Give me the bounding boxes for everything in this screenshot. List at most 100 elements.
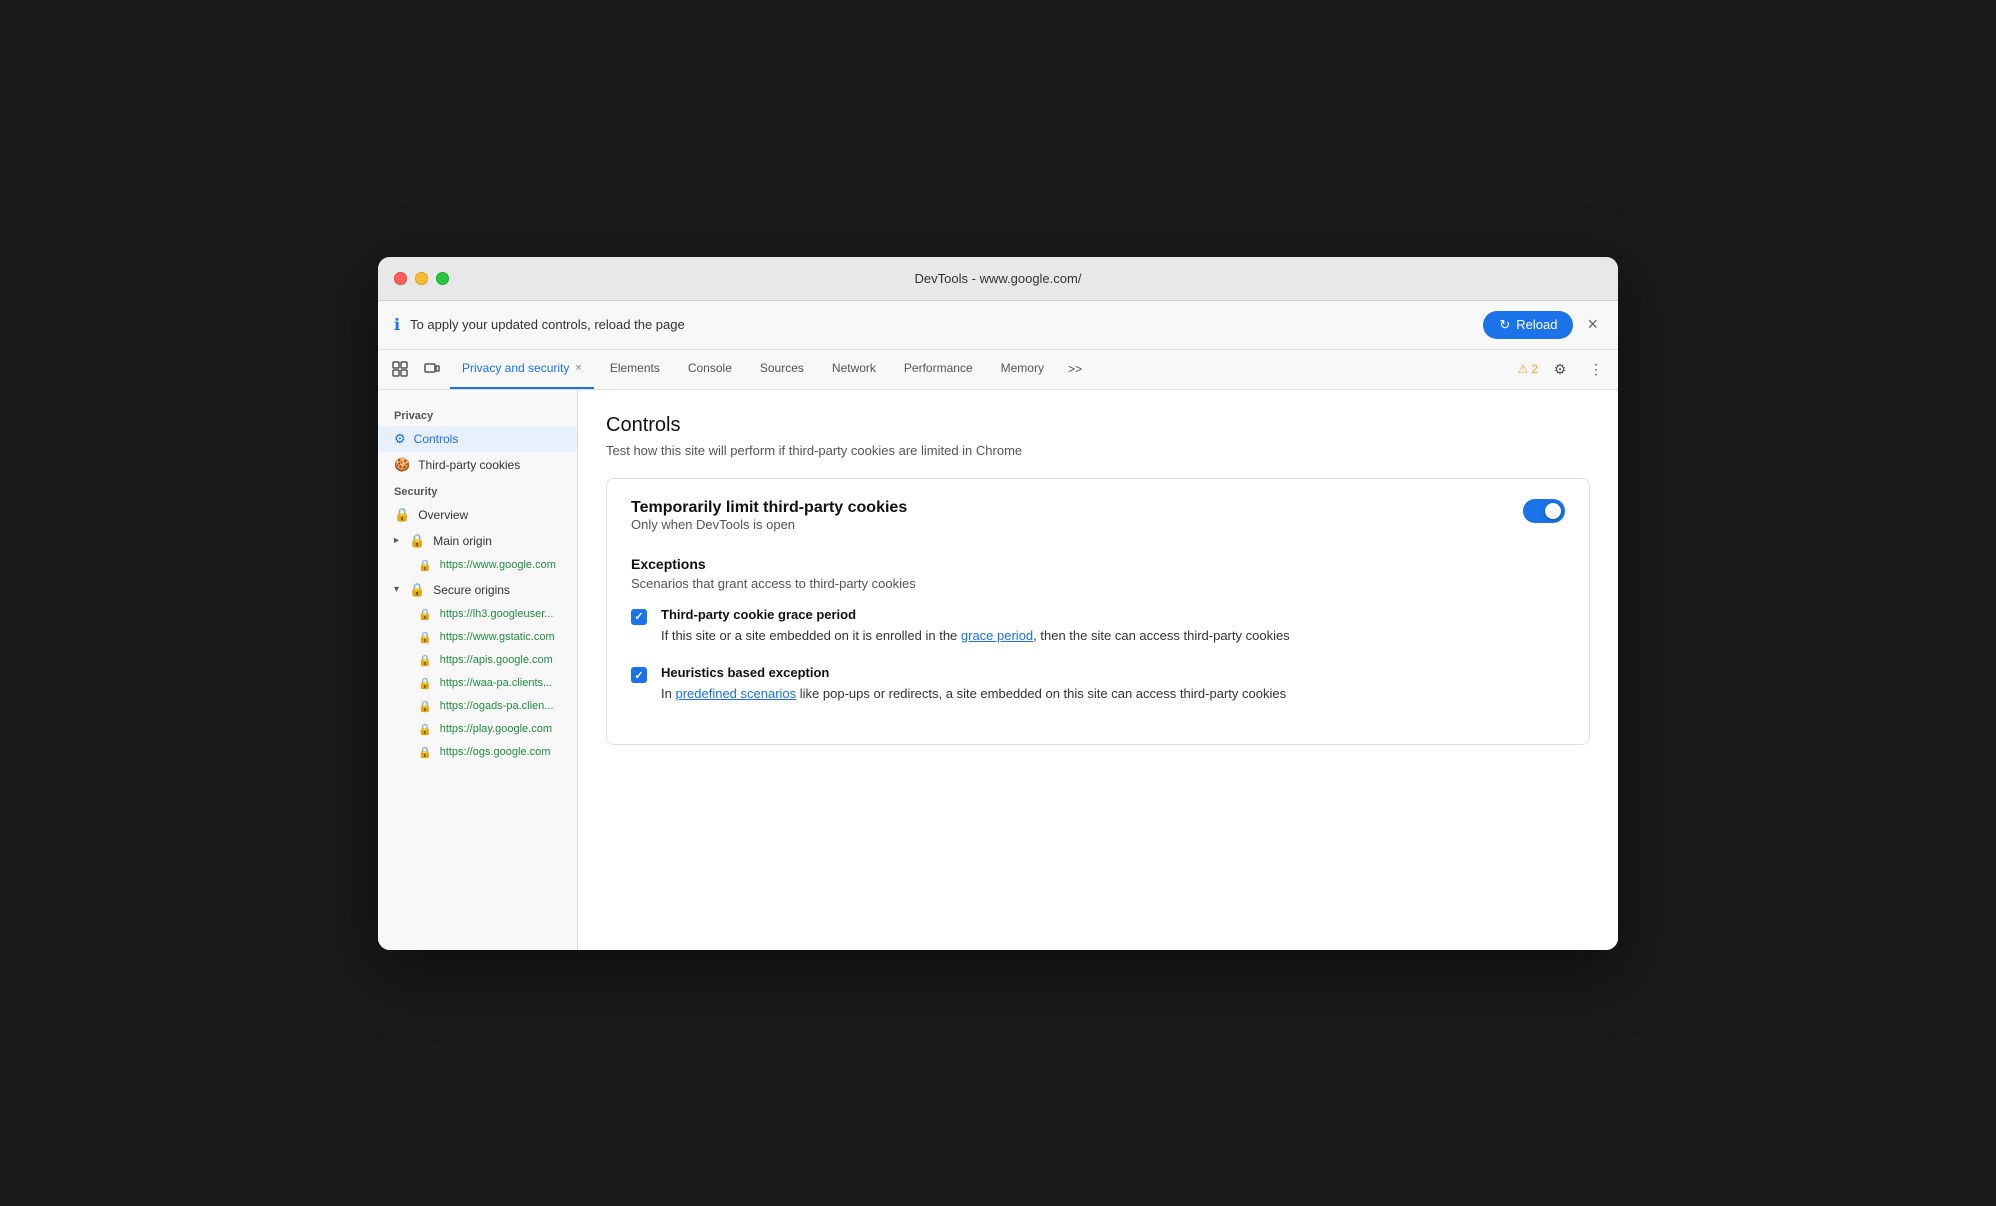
close-button[interactable] (394, 272, 407, 285)
privacy-section-label: Privacy (378, 402, 577, 426)
url4-label: https://waa-pa.clients... (440, 677, 553, 689)
sidebar-item-main-origin-url[interactable]: 🔒 https://www.google.com (378, 554, 577, 577)
sidebar-item-url4[interactable]: 🔒 https://waa-pa.clients... (378, 672, 577, 695)
heuristics-content: Heuristics based exception In predefined… (661, 665, 1286, 704)
lock-icon-main-url: 🔒 (418, 559, 432, 572)
tab-memory[interactable]: Memory (989, 349, 1056, 389)
sidebar: Privacy ⚙ Controls 🍪 Third-party cookies… (378, 390, 578, 950)
sidebar-secure-origins-label: Secure origins (433, 583, 510, 597)
tab-console[interactable]: Console (676, 349, 744, 389)
toolbar: Privacy and security × Elements Console … (378, 350, 1618, 390)
sidebar-item-main-origin[interactable]: ▸ 🔒 Main origin (378, 528, 577, 554)
url3-label: https://apis.google.com (440, 654, 553, 666)
devtools-window: DevTools - www.google.com/ ℹ To apply yo… (378, 257, 1618, 950)
warning-icon: ⚠ (1518, 362, 1529, 376)
reload-button[interactable]: ↻ Reload (1483, 311, 1573, 339)
warning-badge[interactable]: ⚠ 2 (1518, 362, 1538, 376)
card-header-text: Temporarily limit third-party cookies On… (631, 499, 907, 552)
lock-icon-url2: 🔒 (418, 631, 432, 644)
lock-icon-url5: 🔒 (418, 700, 432, 713)
page-title: Controls (606, 414, 1590, 437)
tab-sources[interactable]: Sources (748, 349, 816, 389)
tab-network-label: Network (832, 361, 876, 375)
tab-sources-label: Sources (760, 361, 804, 375)
url1-label: https://lh3.googleuser... (440, 608, 554, 620)
tab-memory-label: Memory (1001, 361, 1044, 375)
lock-icon-overview: 🔒 (394, 507, 410, 523)
titlebar: DevTools - www.google.com/ (378, 257, 1618, 301)
tab-elements[interactable]: Elements (598, 349, 672, 389)
heuristics-title: Heuristics based exception (661, 665, 1286, 680)
lock-icon-secure-origins: 🔒 (409, 582, 425, 598)
toolbar-right: ⚠ 2 ⚙ ⋮ (1518, 355, 1610, 383)
minimize-button[interactable] (415, 272, 428, 285)
cookie-icon: 🍪 (394, 457, 410, 473)
limit-cookies-toggle[interactable] (1523, 499, 1565, 523)
grace-period-text-after: , then the site can access third-party c… (1033, 628, 1290, 643)
lock-icon-url4: 🔒 (418, 677, 432, 690)
security-section-label: Security (378, 478, 577, 502)
heuristics-text-before: In (661, 686, 675, 701)
sidebar-item-url1[interactable]: 🔒 https://lh3.googleuser... (378, 603, 577, 626)
sidebar-item-url2[interactable]: 🔒 https://www.gstatic.com (378, 626, 577, 649)
select-tool-icon[interactable] (386, 355, 414, 383)
grace-period-link[interactable]: grace period (961, 628, 1033, 643)
notification-text: To apply your updated controls, reload t… (410, 317, 1473, 332)
heuristics-checkbox-wrap (631, 667, 647, 704)
info-icon: ℹ (394, 315, 400, 335)
sidebar-item-url6[interactable]: 🔒 https://play.google.com (378, 718, 577, 741)
grace-period-content: Third-party cookie grace period If this … (661, 607, 1290, 646)
page-subtitle: Test how this site will perform if third… (606, 443, 1590, 458)
sidebar-item-controls[interactable]: ⚙ Controls (378, 426, 577, 452)
sidebar-item-url3[interactable]: 🔒 https://apis.google.com (378, 649, 577, 672)
url6-label: https://play.google.com (440, 723, 552, 735)
predefined-scenarios-link[interactable]: predefined scenarios (675, 686, 796, 701)
url7-label: https://ogs.google.com (440, 746, 551, 758)
sidebar-item-secure-origins[interactable]: ▾ 🔒 Secure origins (378, 577, 577, 603)
sidebar-main-origin-label: Main origin (433, 534, 492, 548)
heuristics-checkbox[interactable] (631, 667, 647, 683)
tab-close-icon[interactable]: × (575, 362, 581, 374)
tab-network[interactable]: Network (820, 349, 888, 389)
tab-console-label: Console (688, 361, 732, 375)
lock-icon-url3: 🔒 (418, 654, 432, 667)
tab-privacy-security[interactable]: Privacy and security × (450, 349, 594, 389)
card-title: Temporarily limit third-party cookies (631, 499, 907, 517)
third-party-card: Temporarily limit third-party cookies On… (606, 478, 1590, 745)
tab-performance[interactable]: Performance (892, 349, 985, 389)
more-options-icon[interactable]: ⋮ (1582, 355, 1610, 383)
main-origin-url: https://www.google.com (440, 559, 556, 571)
grace-period-text: If this site or a site embedded on it is… (661, 626, 1290, 646)
window-title: DevTools - www.google.com/ (915, 271, 1082, 286)
sidebar-item-third-party-cookies[interactable]: 🍪 Third-party cookies (378, 452, 577, 478)
content-area: Controls Test how this site will perform… (578, 390, 1618, 950)
sidebar-item-overview[interactable]: 🔒 Overview (378, 502, 577, 528)
heuristics-item: Heuristics based exception In predefined… (631, 665, 1565, 704)
lock-icon-url6: 🔒 (418, 723, 432, 736)
arrow-icon-secure-origins: ▾ (394, 584, 399, 595)
reload-icon: ↻ (1499, 317, 1510, 333)
exceptions-description: Scenarios that grant access to third-par… (631, 576, 1565, 591)
sidebar-item-url5[interactable]: 🔒 https://ogads-pa.clien... (378, 695, 577, 718)
sidebar-item-url7[interactable]: 🔒 https://ogs.google.com (378, 741, 577, 764)
main-content: Privacy ⚙ Controls 🍪 Third-party cookies… (378, 390, 1618, 950)
settings-icon[interactable]: ⚙ (1546, 355, 1574, 383)
sidebar-third-party-label: Third-party cookies (418, 458, 520, 472)
traffic-lights (394, 272, 449, 285)
url5-label: https://ogads-pa.clien... (440, 700, 554, 712)
sidebar-controls-label: Controls (414, 432, 459, 446)
url2-label: https://www.gstatic.com (440, 631, 555, 643)
reload-label: Reload (1516, 317, 1557, 332)
arrow-icon-main-origin: ▸ (394, 535, 399, 546)
warning-count: 2 (1531, 362, 1538, 376)
heuristics-text-after: like pop-ups or redirects, a site embedd… (796, 686, 1286, 701)
more-tabs-button[interactable]: >> (1060, 362, 1090, 376)
lock-icon-url1: 🔒 (418, 608, 432, 621)
grace-period-checkbox[interactable] (631, 609, 647, 625)
maximize-button[interactable] (436, 272, 449, 285)
notification-bar: ℹ To apply your updated controls, reload… (378, 301, 1618, 350)
exceptions-title: Exceptions (631, 556, 1565, 572)
grace-period-text-before: If this site or a site embedded on it is… (661, 628, 961, 643)
close-notification-button[interactable]: × (1583, 314, 1602, 335)
device-toggle-icon[interactable] (418, 355, 446, 383)
